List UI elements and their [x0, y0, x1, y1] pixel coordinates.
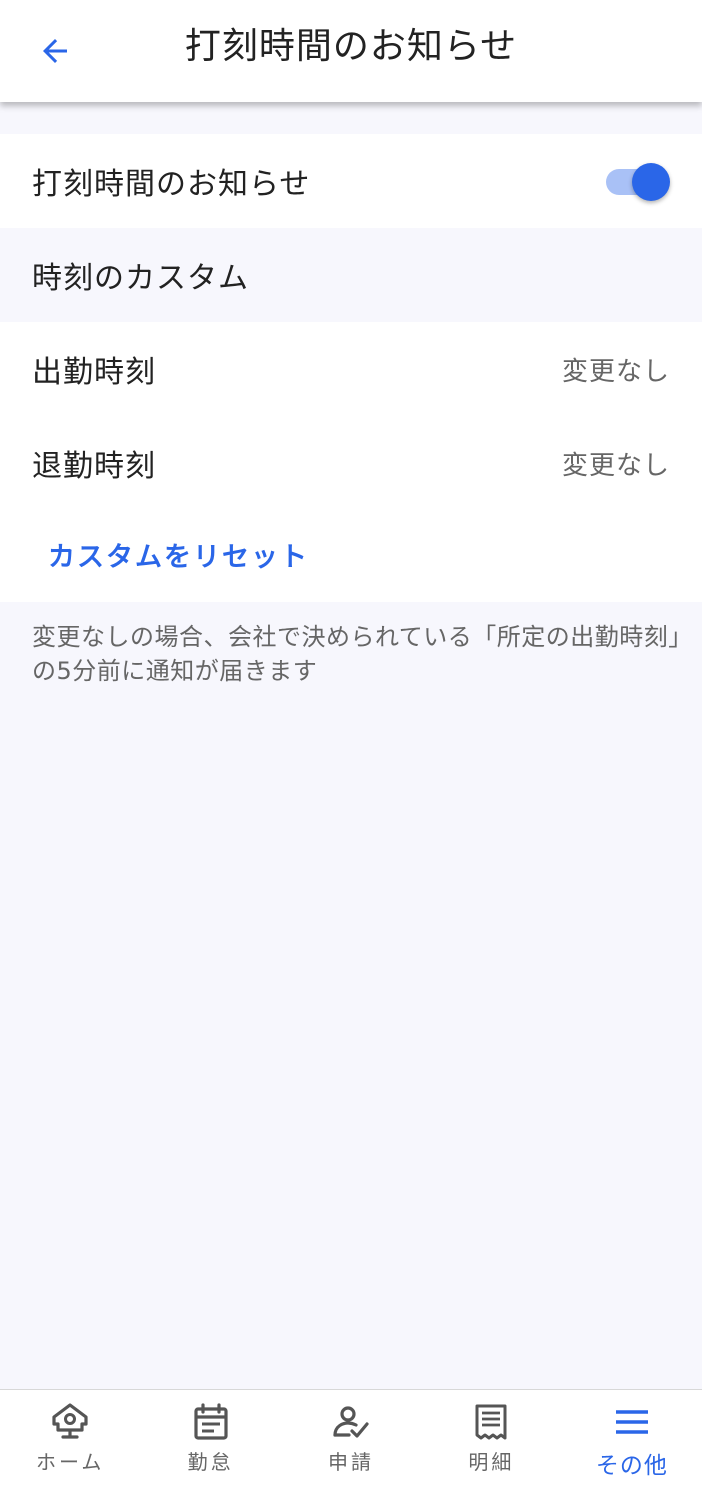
- nav-label-home: ホーム: [36, 1450, 105, 1474]
- nav-label-other: その他: [595, 1453, 668, 1479]
- nav-item-statement[interactable]: 明細: [421, 1390, 561, 1496]
- clock-out-value: 変更なし: [561, 450, 670, 481]
- nav-label-statement: 明細: [468, 1450, 515, 1474]
- nav-label-request: 申請: [328, 1450, 375, 1474]
- home-icon: [50, 1402, 90, 1442]
- clock-in-label: 出勤時刻: [32, 355, 156, 390]
- clock-out-time-row[interactable]: 退勤時刻 変更なし: [0, 416, 702, 510]
- request-icon: [331, 1402, 371, 1442]
- clock-in-value: 変更なし: [561, 356, 670, 387]
- clock-in-time-row[interactable]: 出勤時刻 変更なし: [0, 322, 702, 416]
- app-header: 打刻時間のお知らせ: [0, 0, 702, 102]
- reset-custom-button[interactable]: カスタムをリセット: [48, 535, 309, 574]
- bottom-navigation: ホーム 勤怠 申請 明細 その他: [0, 1389, 702, 1496]
- nav-item-other[interactable]: その他: [562, 1390, 702, 1496]
- clock-out-label: 退勤時刻: [32, 449, 156, 484]
- nav-label-attendance: 勤怠: [187, 1450, 234, 1474]
- receipt-icon: [471, 1402, 511, 1442]
- notification-toggle-row[interactable]: 打刻時間のお知らせ: [0, 134, 702, 228]
- notification-toggle-label: 打刻時間のお知らせ: [32, 167, 311, 202]
- toggle-thumb: [632, 163, 670, 201]
- custom-section-title: 時刻のカスタム: [32, 261, 249, 296]
- page-title: 打刻時間のお知らせ: [184, 26, 518, 67]
- nav-item-request[interactable]: 申請: [281, 1390, 421, 1496]
- nav-item-attendance[interactable]: 勤怠: [140, 1390, 280, 1496]
- menu-icon: [612, 1402, 652, 1442]
- calendar-icon: [191, 1402, 231, 1442]
- app: 打刻時間のお知らせ 打刻時間のお知らせ 時刻のカスタム 出勤時刻 変更なし 退勤…: [0, 0, 702, 1496]
- nav-item-home[interactable]: ホーム: [0, 1390, 140, 1496]
- notification-toggle-switch[interactable]: [602, 161, 670, 201]
- info-note: 変更なしの場合、会社で決められている「所定の出勤時刻」の5分前に通知が届きます: [32, 623, 681, 685]
